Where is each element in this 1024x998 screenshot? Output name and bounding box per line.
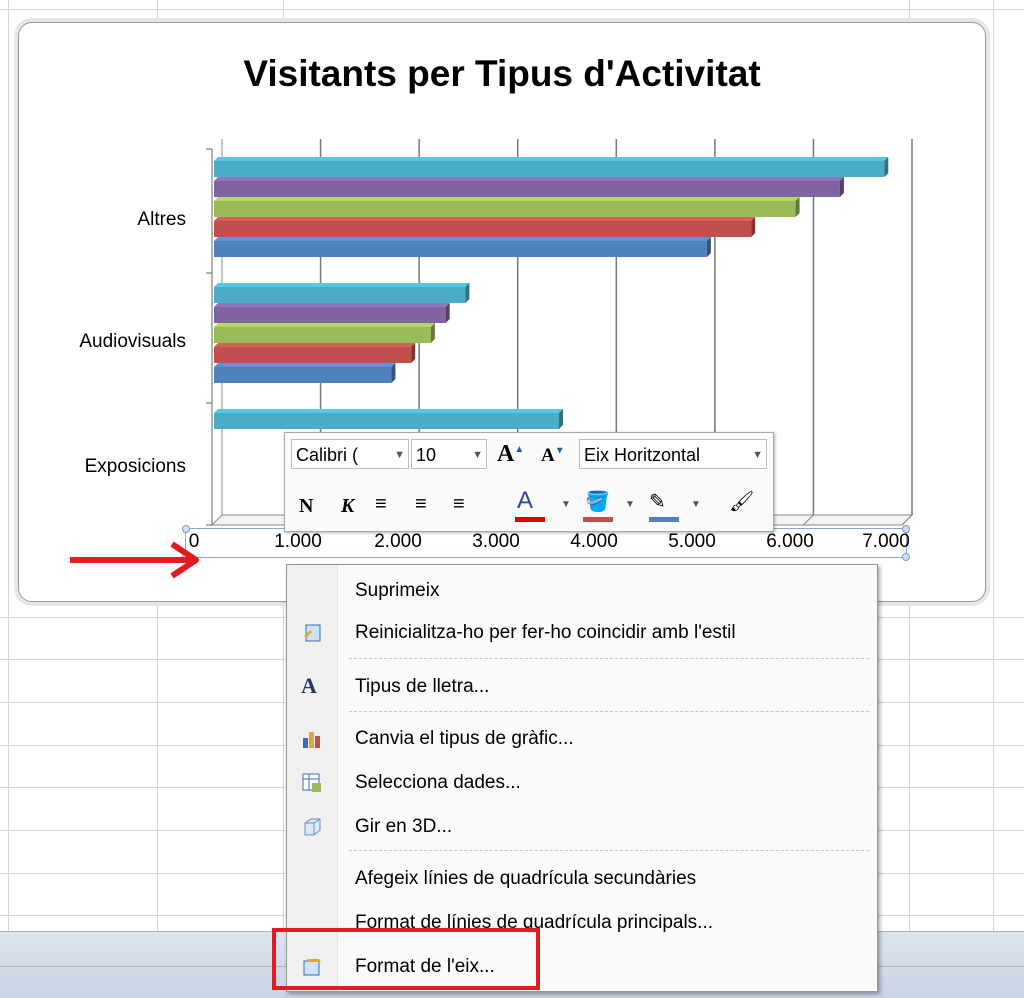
font-icon: A [301, 673, 317, 698]
font-name-select[interactable]: Calibri ( ▼ [291, 439, 409, 469]
bar [214, 221, 752, 237]
bar [214, 413, 559, 429]
chevron-down-icon: ▼ [472, 449, 483, 461]
fill-color-bar [583, 517, 613, 522]
font-name-value: Calibri ( [296, 445, 359, 465]
chevron-down-icon[interactable]: ▼ [561, 499, 571, 510]
menu-item-font[interactable]: A Tipus de lletra... [287, 669, 877, 705]
x-tick-label: 3.000 [472, 531, 520, 552]
line-color-icon[interactable]: ✎ [649, 489, 666, 514]
chevron-down-icon[interactable]: ▼ [691, 499, 701, 510]
bar [214, 327, 431, 343]
bar-top [214, 363, 396, 367]
chevron-down-icon: ▼ [752, 449, 763, 461]
font-size-value: 10 [416, 445, 437, 465]
bar-top [214, 323, 435, 327]
bar-top [214, 197, 800, 201]
x-tick-label: 1.000 [274, 531, 322, 552]
category-label: Altres [137, 209, 186, 230]
x-tick-label: 6.000 [766, 531, 814, 552]
bar [214, 161, 885, 177]
bar-top [214, 303, 450, 307]
bar-top [214, 409, 563, 413]
grow-font-icon[interactable]: A▲ [497, 441, 524, 468]
reset-style-icon [304, 624, 321, 642]
font-color-icon[interactable]: A [517, 487, 533, 515]
chevron-down-icon: ▼ [394, 449, 405, 461]
horizontal-axis-selected[interactable]: 0 1.000 2.000 3.000 4.000 5.000 6.000 7.… [182, 525, 910, 561]
bar [214, 287, 466, 303]
bar [214, 181, 840, 197]
chart-element-select[interactable]: Eix Horitzontal ▼ [579, 439, 767, 469]
category-label: Audiovisuals [79, 331, 186, 352]
font-color-bar [515, 517, 545, 522]
bar-top [214, 237, 711, 241]
bar-top [214, 157, 889, 161]
italic-icon[interactable]: K [341, 495, 354, 518]
line-color-bar [649, 517, 679, 522]
bar [214, 201, 796, 217]
menu-item-reset-style[interactable]: Reinicialitza-ho per fer-ho coincidir am… [287, 615, 877, 651]
x-tick-label: 7.000 [862, 531, 910, 552]
chart-type-icon [303, 732, 320, 748]
menu-item-delete[interactable]: Suprimeix [287, 573, 877, 609]
align-left-icon[interactable]: ≡ [375, 493, 387, 516]
menu-item-add-minor-gridlines[interactable]: Afegeix línies de quadrícula secundàries [287, 861, 877, 897]
fill-color-icon[interactable]: 🪣 [585, 489, 610, 514]
category-label: Exposicions [84, 456, 186, 477]
x-tick-label: 4.000 [570, 531, 618, 552]
bar-top [214, 177, 844, 181]
menu-item-3d-rotation[interactable]: Gir en 3D... [287, 809, 877, 845]
x-tick-label: 5.000 [668, 531, 716, 552]
rotation-3d-icon [304, 818, 321, 836]
chart-element-value: Eix Horitzontal [584, 445, 701, 465]
bar [214, 307, 446, 323]
bold-icon[interactable]: N [299, 495, 313, 518]
align-center-icon[interactable]: ≡ [415, 493, 427, 516]
bar-top [214, 217, 756, 221]
chevron-down-icon[interactable]: ▼ [625, 499, 635, 510]
menu-item-select-data[interactable]: Selecciona dades... [287, 765, 877, 801]
mini-toolbar: Calibri ( ▼ 10 ▼ A▲ A▼ Eix Horitzontal ▼… [284, 432, 774, 532]
red-highlight-box [272, 928, 540, 990]
shrink-font-icon[interactable]: A▼ [541, 445, 565, 467]
x-tick-label: 2.000 [374, 531, 422, 552]
align-right-icon[interactable]: ≡ [453, 493, 465, 516]
bar [214, 367, 392, 383]
bar-top [214, 283, 470, 287]
bar [214, 241, 707, 257]
bar [214, 347, 412, 363]
red-arrow-annotation [70, 541, 199, 579]
format-painter-icon[interactable]: 🖌 [729, 489, 754, 514]
menu-item-change-chart-type[interactable]: Canvia el tipus de gràfic... [287, 721, 877, 757]
bar-top [214, 343, 416, 347]
font-size-select[interactable]: 10 ▼ [411, 439, 487, 469]
select-data-icon [302, 773, 321, 792]
